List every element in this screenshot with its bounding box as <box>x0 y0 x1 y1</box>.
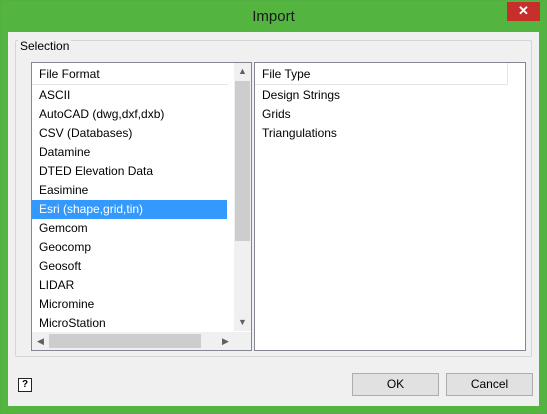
file-format-item[interactable]: Easimine <box>32 181 227 200</box>
scrollbar-corner <box>234 332 251 350</box>
cancel-button[interactable]: Cancel <box>446 373 533 396</box>
dialog-title: Import <box>252 8 295 25</box>
scroll-right-button[interactable]: ▶ <box>217 333 234 350</box>
file-format-item[interactable]: AutoCAD (dwg,dxf,dxb) <box>32 105 227 124</box>
file-format-vertical-scrollbar[interactable]: ▲ ▼ <box>234 63 251 331</box>
file-type-item[interactable]: Design Strings <box>255 86 515 105</box>
file-type-column-header[interactable]: File Type <box>255 63 508 85</box>
file-format-item[interactable]: DTED Elevation Data <box>32 162 227 181</box>
scroll-left-button[interactable]: ◀ <box>32 333 49 350</box>
chevron-down-icon: ▼ <box>238 317 247 327</box>
file-format-list[interactable]: File Format ASCII AutoCAD (dwg,dxf,dxb) CS… <box>31 62 252 351</box>
file-format-item[interactable]: LIDAR <box>32 276 227 295</box>
selection-group-label: Selection <box>18 39 72 53</box>
file-format-item[interactable]: Micromine <box>32 295 227 314</box>
scroll-down-button[interactable]: ▼ <box>234 314 251 331</box>
import-dialog: Import ✕ Selection File Format ASCII Auto… <box>0 0 547 414</box>
file-format-column-header[interactable]: File Format <box>32 63 228 85</box>
file-format-item[interactable]: Esri (shape,grid,tin) <box>32 200 227 219</box>
file-format-item[interactable]: CSV (Databases) <box>32 124 227 143</box>
file-format-item[interactable]: Datamine <box>32 143 227 162</box>
chevron-right-icon: ▶ <box>222 336 229 346</box>
chevron-left-icon: ◀ <box>37 336 44 346</box>
file-format-item[interactable]: Gemcom <box>32 219 227 238</box>
horizontal-scroll-thumb[interactable] <box>49 334 201 348</box>
file-format-item[interactable]: Geocomp <box>32 238 227 257</box>
ok-button[interactable]: OK <box>352 373 439 396</box>
close-button[interactable]: ✕ <box>507 2 540 21</box>
file-format-item[interactable]: MicroStation <box>32 314 227 333</box>
help-icon[interactable]: ? <box>18 378 32 392</box>
vertical-scroll-thumb[interactable] <box>235 81 250 241</box>
scroll-up-button[interactable]: ▲ <box>234 63 251 80</box>
file-type-list[interactable]: File Type Design Strings Grids Triangulati… <box>254 62 526 351</box>
file-format-horizontal-scrollbar[interactable]: ◀ ▶ <box>32 332 234 350</box>
file-type-item[interactable]: Triangulations <box>255 124 515 143</box>
dialog-body: Selection File Format ASCII AutoCAD (dwg,… <box>8 32 539 406</box>
file-type-item[interactable]: Grids <box>255 105 515 124</box>
chevron-up-icon: ▲ <box>238 66 247 76</box>
title-bar[interactable]: Import ✕ <box>1 1 546 32</box>
file-format-item[interactable]: Geosoft <box>32 257 227 276</box>
close-icon: ✕ <box>518 3 529 18</box>
file-format-item[interactable]: ASCII <box>32 86 227 105</box>
